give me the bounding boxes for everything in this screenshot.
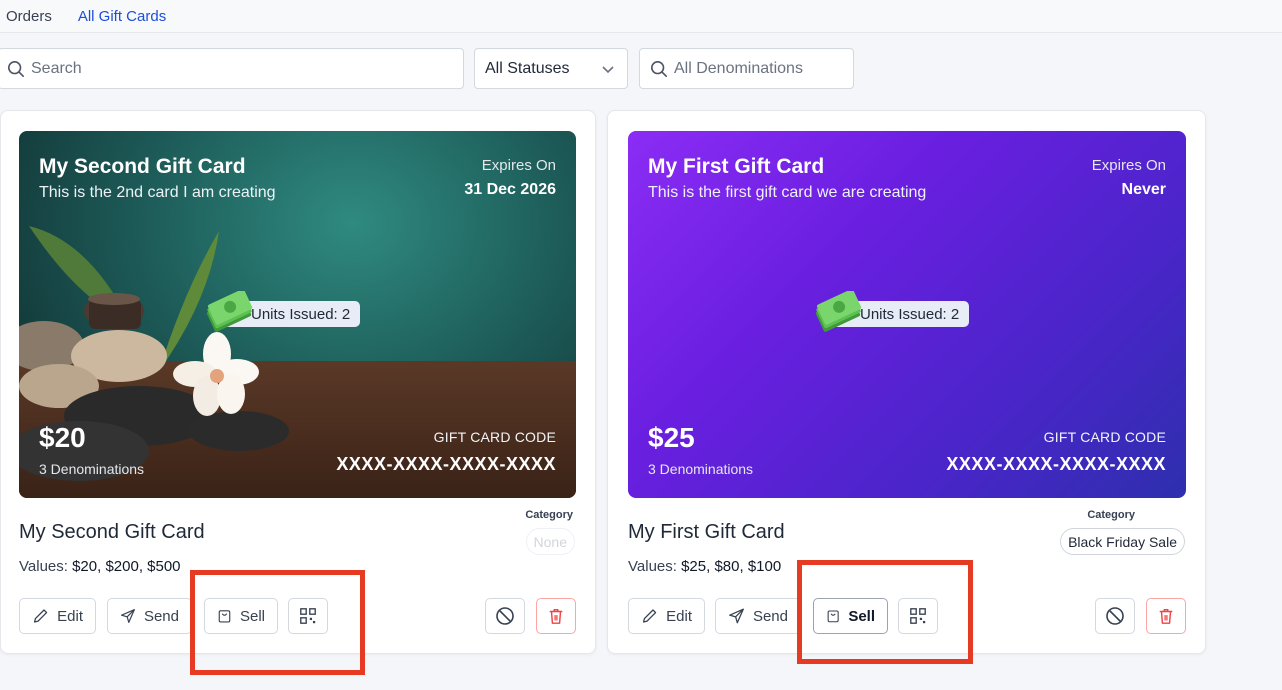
- send-label: Send: [752, 607, 788, 625]
- qr-code-button[interactable]: [898, 598, 938, 634]
- search-placeholder: Search: [31, 59, 82, 77]
- pencil-icon: [33, 609, 48, 623]
- gift-card-preview[interactable]: My Second Gift Card This is the 2nd card…: [19, 131, 576, 498]
- values-label: Values:: [19, 558, 68, 575]
- ban-icon: [496, 607, 514, 625]
- edit-label: Edit: [57, 607, 83, 625]
- send-button[interactable]: Send: [715, 598, 801, 634]
- ban-icon: [1106, 607, 1124, 625]
- gift-card-preview[interactable]: My First Gift Card This is the first gif…: [628, 131, 1186, 498]
- tab-bar: Orders All Gift Cards: [0, 0, 1282, 33]
- edit-button[interactable]: Edit: [628, 598, 705, 634]
- search-input[interactable]: Search: [0, 48, 464, 89]
- pencil-icon: [642, 609, 657, 623]
- card-title: My Second Gift Card: [39, 155, 246, 178]
- values-list: $25, $80, $100: [681, 558, 782, 575]
- card-price: $20: [39, 422, 86, 453]
- gift-card-tile: My Second Gift Card This is the 2nd card…: [0, 110, 596, 654]
- denomination-placeholder: All Denominations: [674, 59, 803, 77]
- send-label: Send: [143, 607, 179, 625]
- gift-card-values: Values: $20, $200, $500: [19, 558, 181, 575]
- delete-button[interactable]: [536, 598, 576, 634]
- sell-label: Sell: [848, 607, 875, 625]
- gift-card-name: My First Gift Card: [628, 521, 785, 543]
- qr-code-icon: [300, 608, 316, 624]
- shopping-bag-icon: [827, 610, 839, 623]
- qr-code-button[interactable]: [288, 598, 328, 634]
- expires-value: Never: [1121, 181, 1166, 198]
- category-label: Category: [525, 509, 573, 521]
- gift-card-code-label: GIFT CARD CODE: [433, 429, 556, 445]
- values-label: Values:: [628, 558, 677, 575]
- category-badge: None: [525, 528, 575, 555]
- deactivate-button[interactable]: [485, 598, 525, 634]
- card-denominations: 3 Denominations: [39, 461, 145, 477]
- tab-orders[interactable]: Orders: [6, 8, 52, 32]
- card-denominations: 3 Denominations: [648, 461, 754, 477]
- gift-card-values: Values: $25, $80, $100: [628, 558, 781, 575]
- money-icon: [206, 291, 253, 332]
- delete-button[interactable]: [1146, 598, 1186, 634]
- gift-card-code: XXXX-XXXX-XXXX-XXXX: [946, 454, 1166, 474]
- sell-label: Sell: [239, 607, 265, 625]
- category-badge[interactable]: Black Friday Sale: [1060, 528, 1185, 555]
- gift-card-name: My Second Gift Card: [19, 521, 205, 543]
- search-icon: [650, 60, 668, 77]
- expires-label: Expires On: [1091, 157, 1166, 174]
- card-subtitle: This is the 2nd card I am creating: [39, 184, 276, 201]
- card-price: $25: [648, 422, 695, 453]
- qr-code-icon: [910, 608, 926, 624]
- units-issued-text: Units Issued: 2: [251, 305, 351, 323]
- gift-card-code: XXXX-XXXX-XXXX-XXXX: [336, 454, 556, 474]
- status-select[interactable]: All Statuses: [474, 48, 628, 89]
- card-title: My First Gift Card: [648, 155, 825, 178]
- card-subtitle: This is the first gift card we are creat…: [648, 184, 927, 201]
- gift-card-tile: My First Gift Card This is the first gif…: [607, 110, 1206, 654]
- units-issued-badge: Units Issued: 2: [815, 291, 970, 332]
- search-icon: [7, 60, 25, 77]
- shopping-bag-icon: [218, 610, 231, 623]
- trash-icon: [1159, 608, 1173, 624]
- edit-button[interactable]: Edit: [19, 598, 96, 634]
- denomination-filter[interactable]: All Denominations: [639, 48, 854, 89]
- money-icon: [815, 291, 862, 332]
- edit-label: Edit: [666, 607, 692, 625]
- expires-label: Expires On: [481, 157, 556, 174]
- send-icon: [729, 608, 744, 624]
- sell-button[interactable]: Sell: [813, 598, 888, 634]
- send-icon: [120, 609, 135, 623]
- values-list: $20, $200, $500: [72, 558, 181, 575]
- filter-bar: Search All Statuses All Denominations: [0, 48, 1282, 89]
- gift-card-code-label: GIFT CARD CODE: [1043, 429, 1166, 445]
- category-label: Category: [1087, 509, 1135, 521]
- units-issued-text: Units Issued: 2: [860, 305, 960, 323]
- chevron-down-icon: [602, 66, 614, 74]
- tab-all-gift-cards[interactable]: All Gift Cards: [78, 8, 166, 32]
- status-select-value: All Statuses: [485, 59, 570, 77]
- send-button[interactable]: Send: [107, 598, 192, 634]
- deactivate-button[interactable]: [1095, 598, 1135, 634]
- trash-icon: [549, 608, 563, 624]
- sell-button[interactable]: Sell: [204, 598, 278, 634]
- units-issued-badge: Units Issued: 2: [206, 291, 361, 332]
- expires-value: 31 Dec 2026: [464, 181, 556, 198]
